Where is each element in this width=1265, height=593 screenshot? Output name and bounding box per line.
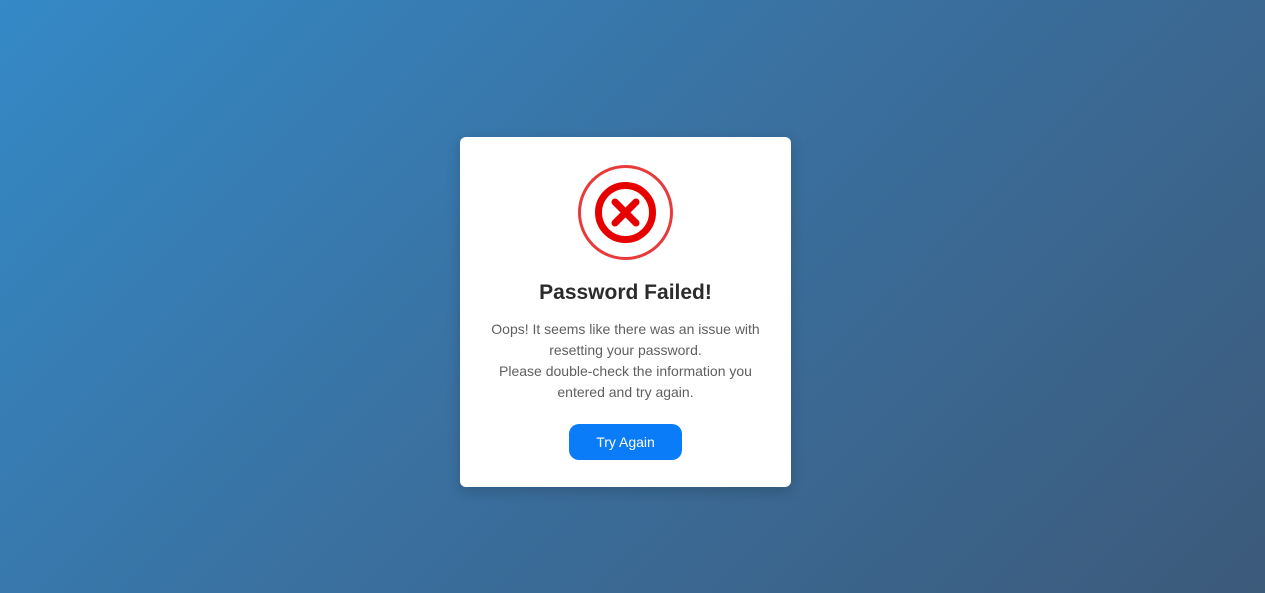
error-x-circle-icon bbox=[577, 164, 674, 261]
error-dialog: Password Failed! Oops! It seems like the… bbox=[460, 137, 791, 487]
try-again-button[interactable]: Try Again bbox=[569, 424, 682, 460]
dialog-title: Password Failed! bbox=[539, 281, 712, 304]
dialog-message: Oops! It seems like there was an issue w… bbox=[482, 319, 769, 403]
message-line: Please double-check the information you … bbox=[499, 363, 752, 400]
message-line: Oops! It seems like there was an issue w… bbox=[491, 321, 760, 358]
